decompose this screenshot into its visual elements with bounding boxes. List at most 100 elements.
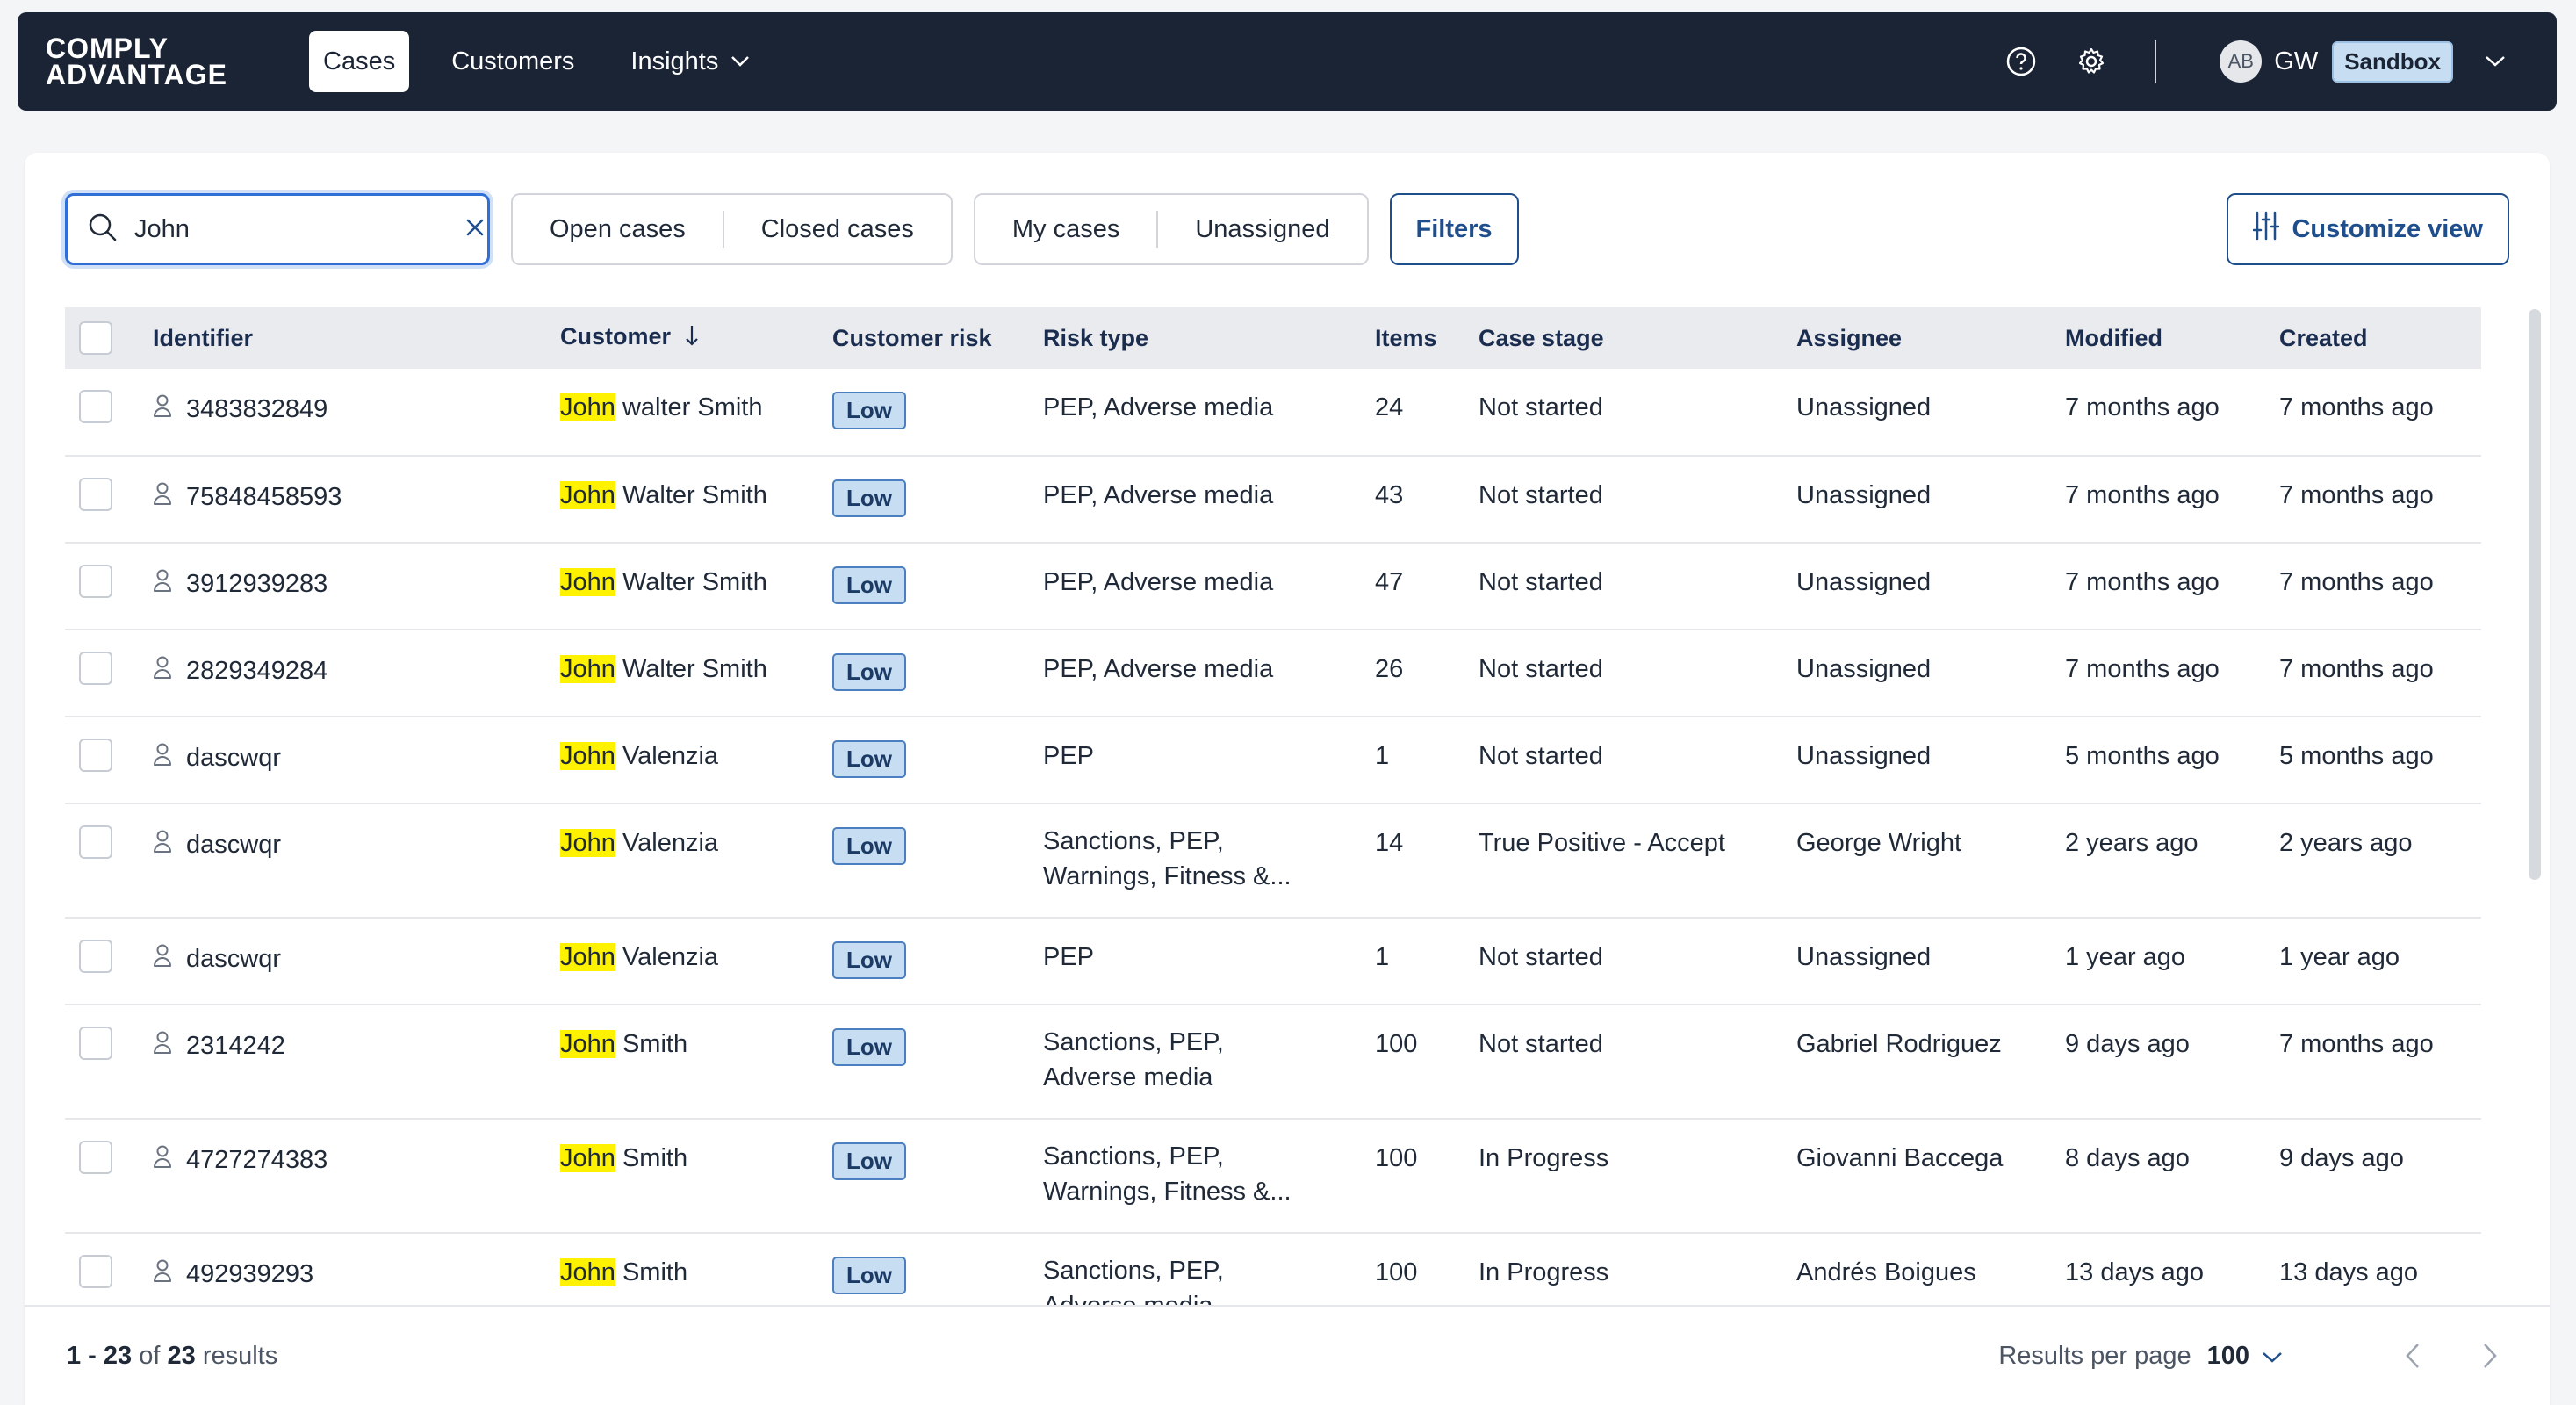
pager [2353,1338,2508,1373]
column-header-customer[interactable]: Customer [560,307,832,369]
case-stage: In Progress [1479,1144,1609,1172]
customer-name: Walter Smith [615,568,767,596]
row-checkbox[interactable] [79,940,112,973]
results-per-page-select[interactable]: 100 [2207,1342,2249,1371]
table-scrollbar[interactable] [2529,309,2541,880]
person-icon [153,943,186,975]
customer-risk-badge: Low [832,1142,906,1180]
nav-customers[interactable]: Customers [437,31,588,92]
customer-name: Valenzia [615,829,719,857]
search-match-highlight: John [560,655,615,683]
column-header-items[interactable]: Items [1375,307,1479,369]
case-identifier[interactable]: 75848458593 [186,483,342,512]
case-identifier[interactable]: 492939293 [186,1260,313,1289]
search-input[interactable] [134,214,465,244]
table-row[interactable]: 4727274383 John Smith Low Sanctions, PEP, Wa… [65,1119,2481,1234]
case-stage: Not started [1479,481,1603,509]
environment-badge: Sandbox [2332,40,2453,83]
avatar[interactable]: AB [2220,40,2263,83]
row-checkbox[interactable] [79,1255,112,1288]
cases-card: Open cases Closed cases My cases Unassig… [25,153,2550,1405]
gear-icon[interactable] [2074,44,2109,79]
items-count: 14 [1375,829,1404,857]
column-header-case-stage[interactable]: Case stage [1479,307,1796,369]
modified-date: 7 months ago [2065,655,2220,683]
case-identifier[interactable]: dascwqr [186,945,281,974]
chevron-down-icon[interactable] [2262,1342,2283,1371]
risk-type: PEP [1043,742,1095,770]
row-checkbox[interactable] [79,652,112,685]
row-checkbox[interactable] [79,1141,112,1174]
my-cases-button[interactable]: My cases [975,195,1156,263]
table-row[interactable]: dascwqr John Valenzia Low PEP 1 Not started Un… [65,918,2481,1005]
closed-cases-button[interactable]: Closed cases [724,195,951,263]
nav-insights[interactable]: Insights [616,31,764,92]
next-page-icon[interactable] [2472,1338,2508,1373]
row-checkbox[interactable] [79,825,112,859]
items-count: 100 [1375,1258,1418,1286]
case-identifier[interactable]: 2829349284 [186,657,327,686]
table-row[interactable]: 3912939283 John Walter Smith Low PEP, Adver… [65,543,2481,630]
case-identifier[interactable]: 3912939283 [186,570,327,599]
table-row[interactable]: 75848458593 John Walter Smith Low PEP, Adve… [65,456,2481,544]
table-row[interactable]: 2314242 John Smith Low Sanctions, PEP, Adver… [65,1005,2481,1120]
nav-cases[interactable]: Cases [309,31,410,92]
search-match-highlight: John [560,1144,615,1172]
assignee: Unassigned [1796,655,1932,683]
person-icon [153,655,186,687]
items-count: 43 [1375,481,1404,509]
select-all-checkbox[interactable] [79,321,112,355]
filters-button[interactable]: Filters [1389,193,1519,265]
customer-risk-badge: Low [832,566,906,604]
case-stage: In Progress [1479,1258,1609,1286]
table-row[interactable]: dascwqr John Valenzia Low Sanctions, PEP, Wa… [65,803,2481,919]
created-date: 7 months ago [2279,568,2434,596]
column-header-assignee[interactable]: Assignee [1796,307,2065,369]
customize-view-button[interactable]: Customize view [2227,193,2509,265]
created-date: 13 days ago [2279,1258,2419,1286]
column-header-modified[interactable]: Modified [2065,307,2279,369]
column-header-identifier[interactable]: Identifier [153,307,560,369]
risk-type: PEP, Adverse media [1043,393,1274,422]
customer-risk-badge: Low [832,740,906,778]
previous-page-icon[interactable] [2395,1338,2430,1373]
clear-search-icon[interactable] [465,218,485,241]
customer-risk-badge: Low [832,392,906,429]
case-identifier[interactable]: 4727274383 [186,1146,327,1175]
risk-type: PEP, Adverse media [1043,655,1274,683]
case-identifier[interactable]: 2314242 [186,1032,285,1061]
assignee: Giovanni Baccega [1796,1144,2004,1172]
open-cases-button[interactable]: Open cases [513,195,723,263]
created-date: 7 months ago [2279,481,2434,509]
table-row[interactable]: dascwqr John Valenzia Low PEP 1 Not started Un… [65,717,2481,804]
row-checkbox[interactable] [79,1027,112,1060]
column-header-created[interactable]: Created [2279,307,2481,369]
row-checkbox[interactable] [79,390,112,423]
column-header-customer-risk[interactable]: Customer risk [832,307,1043,369]
risk-type-line2: Adverse media [1043,1063,1213,1092]
customer-risk-badge: Low [832,941,906,979]
case-identifier[interactable]: dascwqr [186,744,281,773]
brand-logo[interactable]: COMPLY ADVANTAGE [46,34,309,89]
column-header-risk-type[interactable]: Risk type [1043,307,1375,369]
row-checkbox[interactable] [79,478,112,511]
account-menu-chevron-icon[interactable] [2485,55,2506,68]
question-circle-icon[interactable] [2004,44,2039,79]
table-row[interactable]: 2829349284 John Walter Smith Low PEP, Adver… [65,630,2481,717]
search-box[interactable] [65,193,490,265]
table-row[interactable]: 3483832849 John walter Smith Low PEP, Adver… [65,369,2481,457]
pagination-footer: 1 - 23 of 23 results Results per page 10… [25,1305,2550,1405]
case-identifier[interactable]: dascwqr [186,831,281,860]
row-checkbox[interactable] [79,565,112,598]
top-nav: COMPLY ADVANTAGE Cases Customers Insight… [18,12,2557,111]
search-match-highlight: John [560,481,615,509]
unassigned-button[interactable]: Unassigned [1158,195,1366,263]
case-identifier[interactable]: 3483832849 [186,395,327,424]
assignee: Unassigned [1796,742,1932,770]
row-checkbox[interactable] [79,739,112,772]
case-stage: True Positive - Accept [1479,829,1725,857]
customer-name: Valenzia [615,943,719,971]
customer-name: Smith [615,1258,688,1286]
person-icon [153,1030,186,1062]
assignee: Unassigned [1796,481,1932,509]
